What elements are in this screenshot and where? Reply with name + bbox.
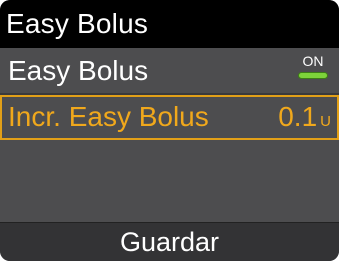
easy-bolus-label: Easy Bolus [8, 55, 149, 86]
increment-value-display: 0.1 U [278, 101, 331, 133]
save-button[interactable]: Guardar [0, 227, 339, 257]
toggle-on-indicator [298, 72, 328, 79]
easy-bolus-toggle[interactable]: ON [296, 53, 330, 83]
easy-bolus-setting-row[interactable]: Easy Bolus ON [0, 48, 339, 95]
toggle-state-label: ON [302, 53, 324, 69]
increment-value: 0.1 [278, 101, 318, 132]
incr-easy-bolus-setting-row[interactable]: Incr. Easy Bolus 0.1 U [0, 95, 339, 140]
title-bar: Easy Bolus [0, 0, 339, 48]
increment-unit: U [320, 113, 331, 130]
pump-screen: Easy Bolus Easy Bolus ON Incr. Easy Bolu… [0, 0, 339, 261]
softkey-bar[interactable]: Guardar [0, 222, 339, 261]
empty-list-area [0, 140, 339, 222]
page-title: Easy Bolus [6, 8, 149, 39]
incr-easy-bolus-label: Incr. Easy Bolus [8, 101, 209, 132]
